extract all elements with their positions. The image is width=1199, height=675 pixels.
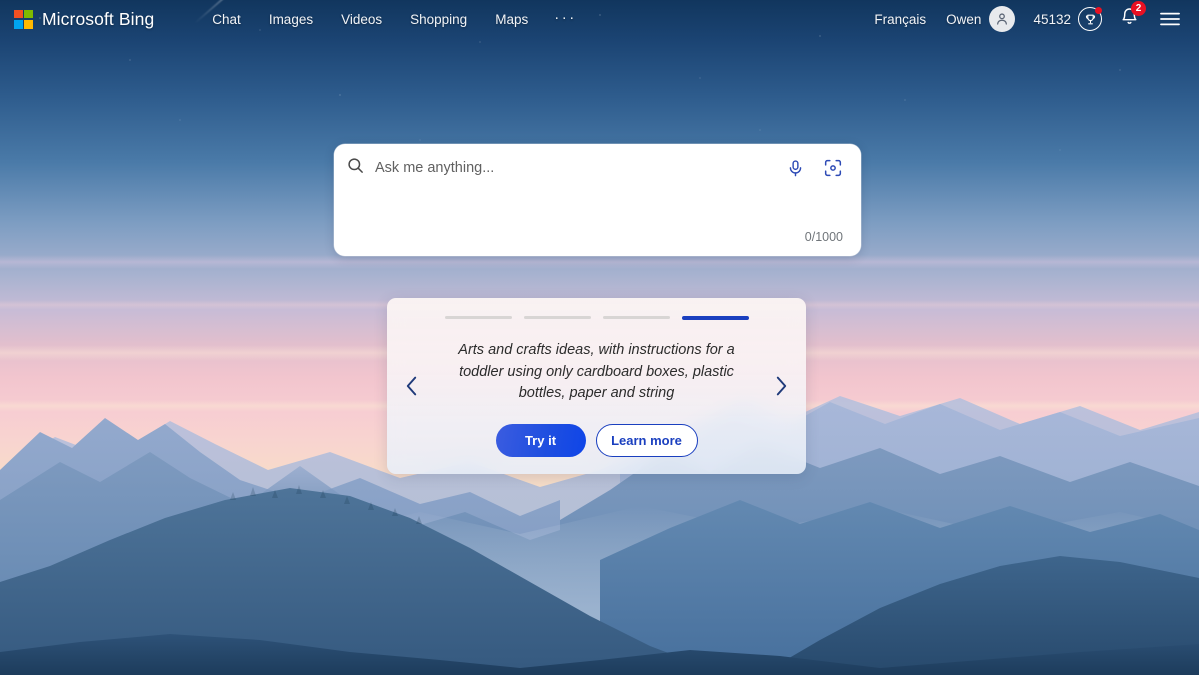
search-input-row (334, 144, 861, 192)
visual-search-icon (824, 159, 842, 177)
microsoft-logo-icon (14, 9, 33, 29)
chevron-right-icon (776, 376, 787, 396)
visual-search-button[interactable] (821, 156, 845, 180)
hamburger-menu-icon (1160, 12, 1180, 26)
carousel-indicator-4[interactable] (681, 316, 749, 320)
header-right-controls: Français Owen 45132 2 (864, 1, 1185, 35)
rewards-points: 45132 (1033, 11, 1071, 27)
avatar (989, 6, 1016, 32)
carousel-indicators (444, 316, 749, 320)
hamburger-menu-button[interactable] (1149, 6, 1185, 32)
card-actions: Try it Learn more (495, 423, 698, 457)
nav-shopping[interactable]: Shopping (396, 6, 481, 33)
main-nav: Chat Images Videos Shopping Maps ··· (198, 5, 588, 34)
person-icon (997, 13, 1008, 25)
microphone-icon (789, 159, 802, 176)
nav-images[interactable]: Images (255, 6, 327, 33)
carousel-indicator-3[interactable] (602, 316, 670, 319)
bing-logo[interactable]: Microsoft Bing (14, 9, 154, 30)
top-navigation-bar: Microsoft Bing Chat Images Videos Shoppi… (0, 0, 1199, 38)
voice-search-button[interactable] (784, 157, 807, 180)
search-action-icons (784, 156, 847, 180)
carousel-next-button[interactable] (769, 370, 794, 403)
chevron-left-icon (406, 376, 417, 396)
trophy-icon (1085, 14, 1095, 24)
language-selector[interactable]: Français (864, 6, 936, 33)
rewards-icon-ring (1078, 7, 1102, 31)
rewards-button[interactable]: 45132 (1023, 5, 1108, 33)
suggestion-carousel-card: Arts and crafts ideas, with instructions… (387, 298, 806, 474)
account-name: Owen (946, 11, 982, 27)
notification-badge: 2 (1131, 1, 1146, 16)
nav-more-button[interactable]: ··· (542, 5, 589, 34)
nav-maps[interactable]: Maps (481, 6, 542, 33)
carousel-prev-button[interactable] (399, 370, 424, 403)
account-button[interactable]: Owen (936, 4, 1023, 34)
try-it-button[interactable]: Try it (495, 423, 586, 457)
brand-title: Microsoft Bing (42, 8, 155, 29)
nav-chat[interactable]: Chat (198, 6, 255, 33)
character-counter: 0/1000 (804, 230, 843, 244)
bing-homepage: Microsoft Bing Chat Images Videos Shoppi… (0, 0, 1199, 675)
rewards-alert-dot (1095, 7, 1102, 14)
search-input[interactable] (365, 160, 784, 176)
search-icon (346, 156, 365, 180)
notifications-button[interactable]: 2 (1108, 1, 1149, 35)
suggestion-text: Arts and crafts ideas, with instructions… (458, 342, 735, 401)
learn-more-button[interactable]: Learn more (595, 423, 698, 457)
carousel-indicator-2[interactable] (523, 316, 591, 319)
search-box[interactable]: 0/1000 (334, 144, 861, 256)
nav-videos[interactable]: Videos (327, 6, 396, 33)
carousel-indicator-1[interactable] (444, 316, 512, 319)
